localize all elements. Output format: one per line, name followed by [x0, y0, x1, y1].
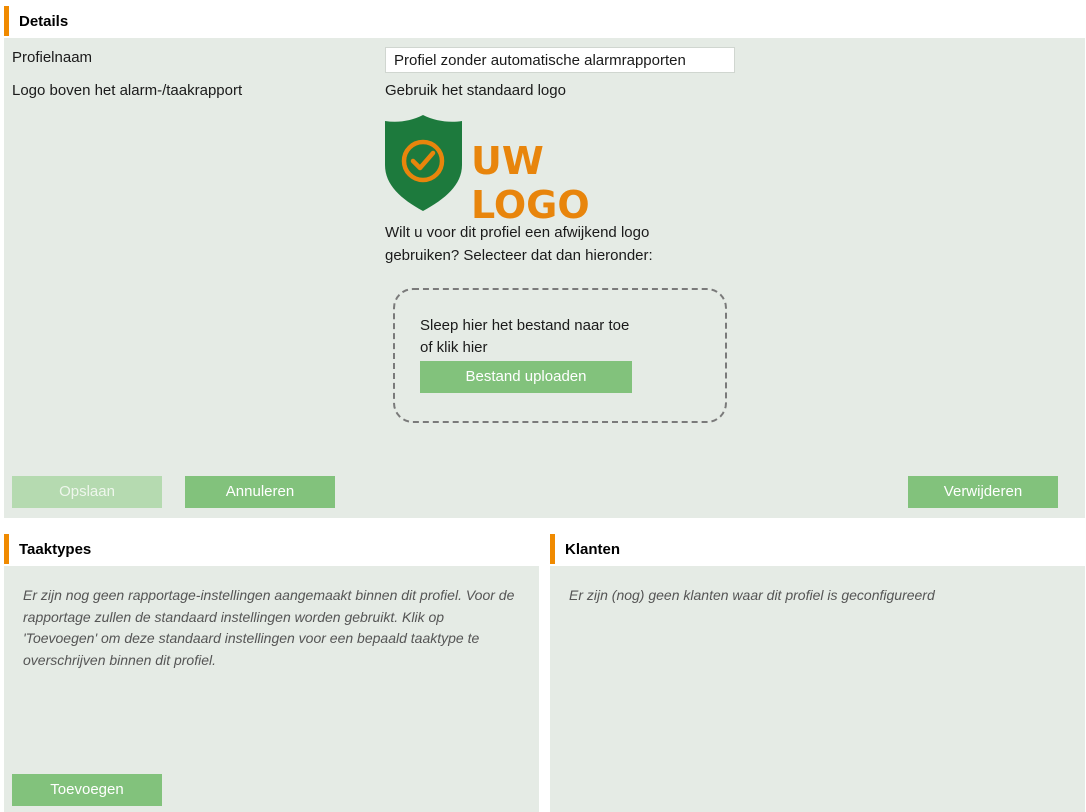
logo-status: Gebruik het standaard logo — [385, 82, 566, 99]
section-title: Details — [19, 12, 69, 30]
section-title: Taaktypes — [19, 540, 92, 558]
profile-name-input[interactable] — [385, 47, 735, 73]
section-title: Klanten — [565, 540, 621, 558]
profile-name-label: Profielnaam — [12, 49, 93, 66]
details-panel — [4, 38, 1085, 518]
logo-text: UW LOGO — [471, 139, 590, 227]
dropzone-text-line1: Sleep hier het bestand naar toe — [420, 317, 630, 334]
clients-header: Klanten — [550, 534, 1085, 564]
delete-button[interactable]: Verwijderen — [908, 476, 1058, 508]
custom-logo-prompt-line1: Wilt u voor dit profiel een afwijkend lo… — [385, 224, 650, 241]
task-types-header: Taaktypes — [4, 534, 539, 564]
accent-bar — [4, 534, 9, 564]
upload-button[interactable]: Bestand uploaden — [420, 361, 632, 393]
add-task-type-button[interactable]: Toevoegen — [12, 774, 162, 806]
logo-label: Logo boven het alarm-/taakrapport — [12, 82, 243, 99]
save-button[interactable]: Opslaan — [12, 476, 162, 508]
clients-empty-message: Er zijn (nog) geen klanten waar dit prof… — [569, 587, 935, 603]
custom-logo-prompt-line2: gebruiken? Selecteer dat dan hieronder: — [385, 247, 653, 264]
task-types-empty-message: Er zijn nog geen rapportage-instellingen… — [23, 587, 515, 668]
accent-bar — [550, 534, 555, 564]
details-header: Details — [4, 6, 1085, 36]
default-logo: UW LOGO — [385, 115, 655, 227]
cancel-button[interactable]: Annuleren — [185, 476, 335, 508]
dropzone-text-line2: of klik hier — [420, 339, 488, 356]
accent-bar — [4, 6, 9, 36]
